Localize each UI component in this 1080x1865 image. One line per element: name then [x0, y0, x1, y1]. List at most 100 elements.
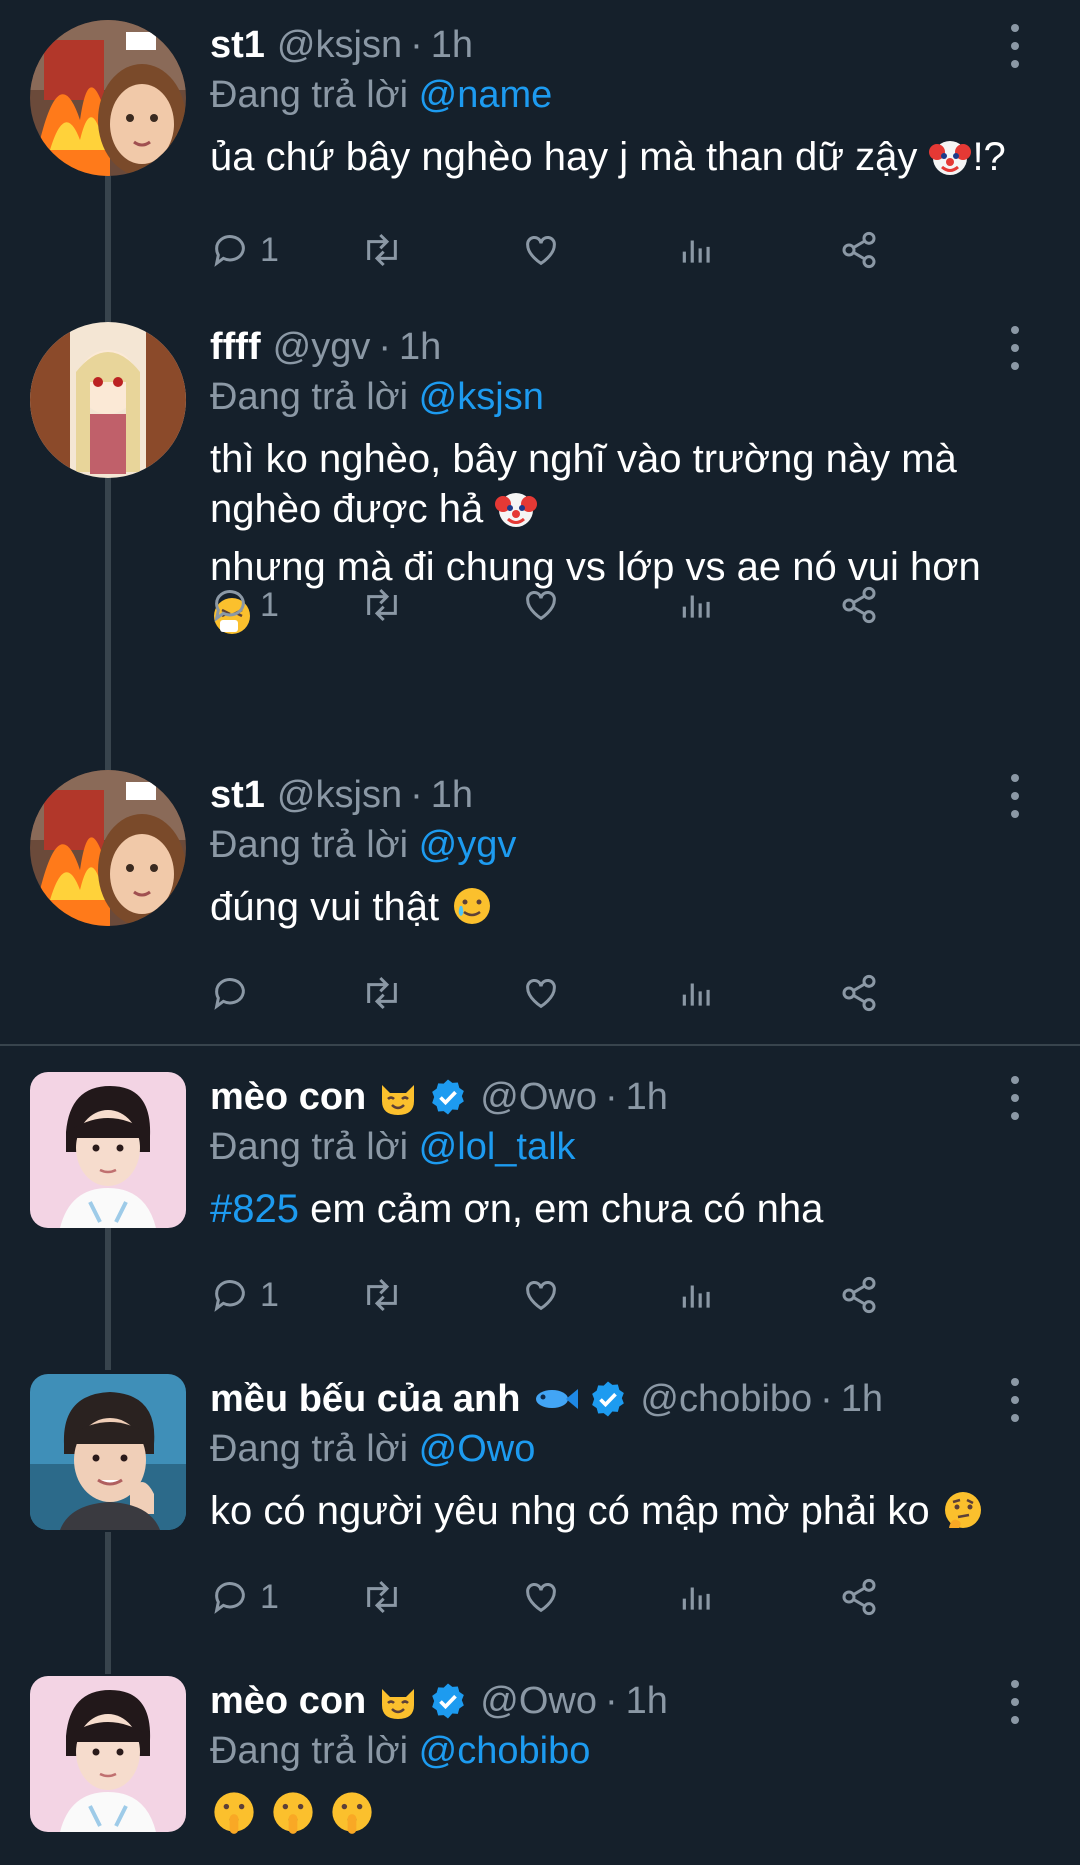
- reply-context: Đang trả lời @ksjsn: [210, 372, 1050, 422]
- reply-prefix: Đang trả lời: [210, 824, 409, 866]
- avatar[interactable]: [30, 1072, 186, 1228]
- tweet-body: mèo con @Owo · 1h Đang trả lời @lol_talk…: [210, 1072, 1050, 1234]
- retweet-button[interactable]: [360, 580, 404, 630]
- avatar[interactable]: [30, 770, 186, 926]
- display-name[interactable]: st1: [210, 20, 265, 70]
- views-button[interactable]: [678, 1572, 716, 1622]
- clown-emoji-icon: [928, 134, 972, 190]
- display-name[interactable]: mèo con: [210, 1676, 366, 1726]
- views-icon: [678, 1275, 716, 1315]
- action-bar: 1: [210, 580, 1010, 630]
- share-button[interactable]: [838, 225, 880, 275]
- reply-button[interactable]: 1: [210, 225, 279, 275]
- timestamp[interactable]: 1h: [431, 770, 473, 820]
- views-button[interactable]: [678, 225, 716, 275]
- retweet-button[interactable]: [360, 1572, 404, 1622]
- share-button[interactable]: [838, 580, 880, 630]
- views-icon: [678, 1577, 716, 1617]
- retweet-icon: [360, 585, 404, 625]
- reply-button[interactable]: 1: [210, 1270, 279, 1320]
- fish-emoji-icon: [530, 1379, 580, 1419]
- tweet[interactable]: st1 @ksjsn · 1h Đang trả lời @name ủa ch…: [0, 20, 1080, 280]
- reply-button[interactable]: 1: [210, 580, 279, 630]
- tweet-text: ủa chứ bây nghèo hay j mà than dữ zậy !?: [210, 132, 1050, 190]
- timestamp[interactable]: 1h: [841, 1374, 883, 1424]
- reply-context: Đang trả lời @chobibo: [210, 1726, 1050, 1776]
- tweet-header: st1 @ksjsn · 1h: [210, 20, 1050, 70]
- display-name[interactable]: st1: [210, 770, 265, 820]
- like-button[interactable]: [520, 580, 562, 630]
- like-button[interactable]: [520, 225, 562, 275]
- more-options-icon[interactable]: [1000, 1378, 1030, 1422]
- more-options-icon[interactable]: [1000, 1680, 1030, 1724]
- tweet-header: ffff @ygv · 1h: [210, 322, 1050, 372]
- tweet-text: [210, 1788, 1050, 1848]
- avatar[interactable]: [30, 20, 186, 176]
- retweet-icon: [360, 973, 404, 1013]
- reply-mention[interactable]: @chobibo: [419, 1730, 591, 1772]
- reply-mention[interactable]: @Owo: [419, 1428, 536, 1470]
- timestamp[interactable]: 1h: [431, 20, 473, 70]
- tweet-header: st1 @ksjsn · 1h: [210, 770, 1050, 820]
- tweet[interactable]: mèo con @Owo · 1h Đang trả lời @chobibo: [0, 1676, 1080, 1865]
- views-button[interactable]: [678, 580, 716, 630]
- tweet[interactable]: ffff @ygv · 1h Đang trả lời @ksjsn thì k…: [0, 322, 1080, 722]
- avatar[interactable]: [30, 322, 186, 478]
- tweet[interactable]: mều bếu của anh @chobibo · 1h Đang trả l…: [0, 1374, 1080, 1634]
- tweet-text-line: thì ko nghèo, bây nghĩ vào trường này mà: [210, 437, 957, 481]
- more-options-icon[interactable]: [1000, 774, 1030, 818]
- reply-mention[interactable]: @lol_talk: [419, 1126, 576, 1168]
- share-button[interactable]: [838, 1572, 880, 1622]
- share-button[interactable]: [838, 1270, 880, 1320]
- timestamp[interactable]: 1h: [626, 1676, 668, 1726]
- views-button[interactable]: [678, 968, 716, 1018]
- action-bar: [210, 968, 1010, 1018]
- user-handle: @ksjsn: [276, 774, 403, 816]
- tweet[interactable]: st1 @ksjsn · 1h Đang trả lời @ygv đúng v…: [0, 770, 1080, 1030]
- verified-badge-icon: [588, 1379, 628, 1419]
- heart-icon: [520, 585, 562, 625]
- share-icon: [838, 230, 880, 270]
- thinking-face-emoji-icon: [941, 1488, 985, 1544]
- more-options-icon[interactable]: [1000, 24, 1030, 68]
- reply-button[interactable]: [210, 968, 260, 1018]
- like-button[interactable]: [520, 968, 562, 1018]
- reply-mention[interactable]: @name: [419, 74, 553, 116]
- user-handle: @ygv: [272, 326, 371, 368]
- reply-mention[interactable]: @ksjsn: [419, 376, 544, 418]
- reply-count: 1: [260, 1577, 279, 1616]
- retweet-button[interactable]: [360, 1270, 404, 1320]
- action-bar: 1: [210, 225, 1010, 275]
- timestamp[interactable]: 1h: [399, 322, 441, 372]
- display-name[interactable]: mèo con: [210, 1072, 366, 1122]
- more-options-icon[interactable]: [1000, 326, 1030, 370]
- like-button[interactable]: [520, 1270, 562, 1320]
- reply-context: Đang trả lời @Owo: [210, 1424, 1050, 1474]
- tweet[interactable]: mèo con @Owo · 1h Đang trả lời @lol_talk…: [0, 1072, 1080, 1332]
- retweet-button[interactable]: [360, 225, 404, 275]
- display-name[interactable]: mều bếu của anh: [210, 1374, 520, 1424]
- separator-dot: ·: [604, 1076, 618, 1118]
- retweet-icon: [360, 1275, 404, 1315]
- tweet-text: ko có người yêu nhg có mập mờ phải ko: [210, 1486, 1050, 1544]
- views-button[interactable]: [678, 1270, 716, 1320]
- tweet-text: #825 em cảm ơn, em chưa có nha: [210, 1184, 1050, 1234]
- reply-count: 1: [260, 1275, 279, 1314]
- share-button[interactable]: [838, 968, 880, 1018]
- avatar[interactable]: [30, 1374, 186, 1530]
- reply-button[interactable]: 1: [210, 1572, 279, 1622]
- like-button[interactable]: [520, 1572, 562, 1622]
- user-handle: @ksjsn: [276, 24, 403, 66]
- retweet-button[interactable]: [360, 968, 404, 1018]
- avatar[interactable]: [30, 1676, 186, 1832]
- display-name[interactable]: ffff: [210, 322, 261, 372]
- more-options-icon[interactable]: [1000, 1076, 1030, 1120]
- heart-icon: [520, 1577, 562, 1617]
- tweet-body: mều bếu của anh @chobibo · 1h Đang trả l…: [210, 1374, 1050, 1544]
- hashtag-link[interactable]: #825: [210, 1187, 299, 1231]
- timestamp[interactable]: 1h: [626, 1072, 668, 1122]
- cat-face-emoji-icon: [376, 1075, 420, 1119]
- reply-context: Đang trả lời @ygv: [210, 820, 1050, 870]
- shushing-face-emoji-icon: [210, 1788, 258, 1848]
- reply-mention[interactable]: @ygv: [419, 824, 517, 866]
